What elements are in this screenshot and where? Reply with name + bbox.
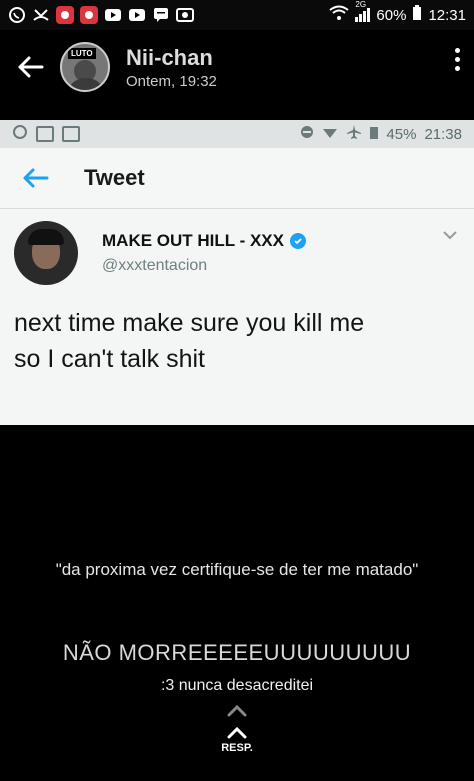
clock: 12:31 — [428, 6, 466, 24]
wifi-icon — [329, 5, 350, 25]
chat-header: LUTO Nii-chan Ontem, 19:32 — [0, 30, 474, 104]
notification-icons — [8, 6, 194, 24]
photo-icon — [36, 126, 54, 142]
whatsapp-icon — [8, 6, 26, 24]
verified-badge-icon — [289, 233, 306, 249]
avatar-badge: LUTO — [68, 48, 96, 59]
more-options-icon[interactable] — [455, 48, 460, 71]
missed-call-icon — [32, 6, 50, 24]
youtube-icon — [62, 126, 80, 142]
back-arrow-icon — [18, 56, 44, 78]
caption-sub: :3 nunca desacreditei — [160, 677, 314, 694]
tweet-handle: @xxxtentacion — [102, 257, 208, 274]
chat-name: Nii-chan — [126, 44, 213, 70]
reply-button[interactable]: RESP. — [207, 704, 267, 774]
app-notification-icon — [80, 6, 98, 24]
chevron-down-icon — [442, 227, 458, 245]
battery-percent: 45% — [386, 125, 417, 143]
network-type-label: 2G — [355, 0, 367, 9]
tweet-display-name-row: MAKE OUT HILL - XXX — [102, 231, 306, 251]
chevron-up-icon — [227, 726, 247, 739]
caption-shout: NÃO MORREEEEEUUUUUUUUU — [62, 640, 412, 665]
tweet-card: MAKE OUT HILL - XXX @xxxtentacion next t… — [0, 209, 474, 377]
clock: 21:38 — [424, 125, 462, 143]
system-icons: 2G 60% 12:31 — [329, 0, 466, 25]
youtube-icon — [128, 6, 146, 24]
chevron-up-icon — [227, 704, 247, 717]
status-bar: 2G 60% 12:31 — [0, 0, 474, 30]
signal-icon: 2G — [355, 0, 371, 22]
battery-icon — [370, 125, 379, 143]
message-icon — [152, 6, 170, 24]
tweet-app-bar: Tweet — [0, 148, 474, 209]
whatsapp-icon — [12, 124, 28, 144]
photo-icon — [176, 6, 194, 24]
airplane-icon — [346, 124, 362, 144]
back-button[interactable] — [0, 37, 60, 97]
avatar[interactable]: LUTO — [60, 42, 110, 92]
tweet-author: MAKE OUT HILL - XXX @xxxtentacion — [14, 221, 460, 285]
tweet-back-icon — [0, 167, 70, 189]
app-notification-icon — [56, 6, 74, 24]
reply-label: RESP. — [221, 742, 253, 754]
message-timestamp: Ontem, 19:32 — [126, 72, 217, 90]
do-not-disturb-icon — [300, 125, 314, 143]
tweet-bar-title: Tweet — [84, 165, 145, 190]
tweet-screenshot-image[interactable]: 45% 21:38 Tweet MAKE OUT HILL - XXX @xxx… — [0, 120, 474, 425]
wifi-icon — [322, 126, 338, 143]
battery-percent: 60% — [376, 6, 407, 24]
chat-title-group[interactable]: Nii-chan Ontem, 19:32 — [126, 45, 217, 90]
tweet-avatar — [14, 221, 78, 285]
tweet-text: next time make sure you kill me so I can… — [14, 309, 365, 373]
caption-quote: "da proxima vez certifique-se de ter me … — [55, 560, 419, 579]
battery-icon — [412, 5, 422, 25]
youtube-icon — [104, 6, 122, 24]
screenshot-status-bar: 45% 21:38 — [0, 120, 474, 148]
tweet-display-name: MAKE OUT HILL - XXX — [102, 231, 284, 250]
